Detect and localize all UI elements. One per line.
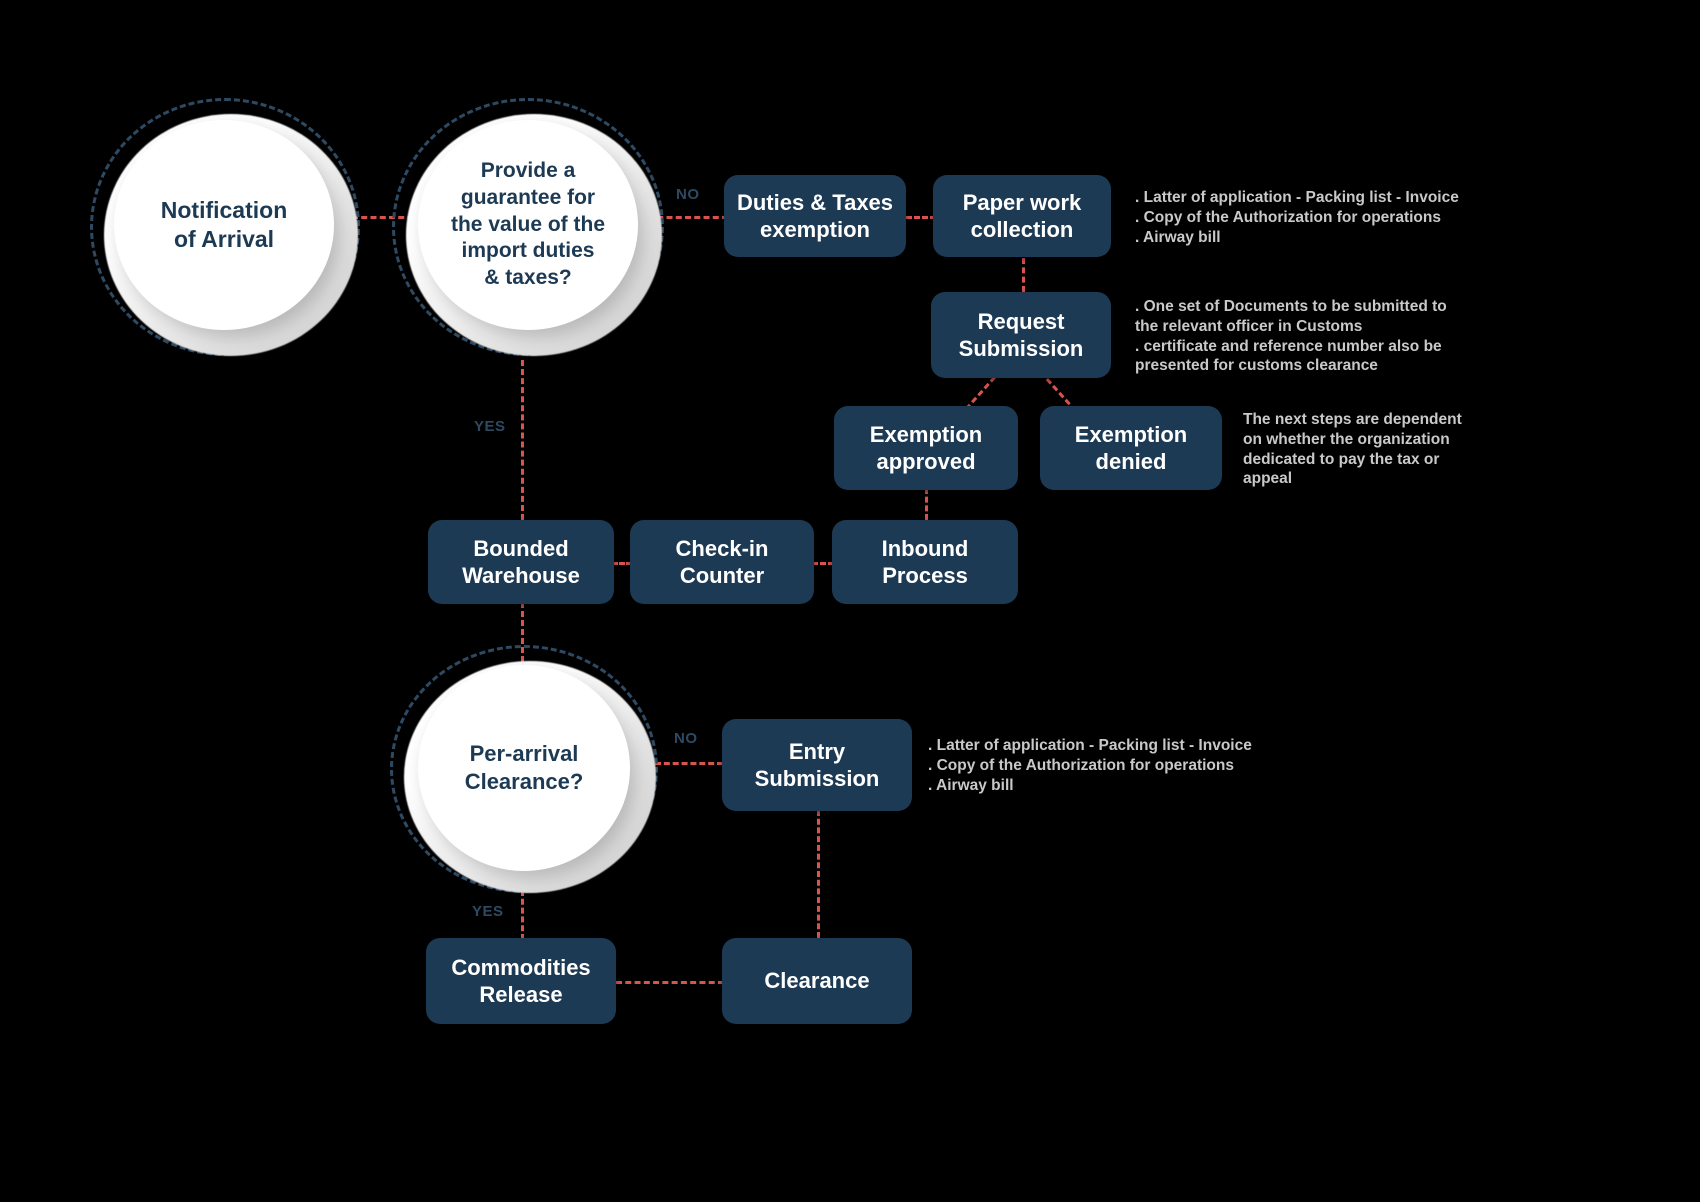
connector-inbound-to-checkin [812, 562, 834, 565]
connector-guarantee-yes-to-warehouse [521, 360, 524, 520]
node-exemption-denied[interactable]: Exemption denied [1040, 406, 1222, 490]
guarantee-no-text: NO [676, 186, 700, 203]
note-entry-submission-docs: . Latter of application - Packing list -… [928, 737, 1252, 794]
note-paper-work-docs: . Latter of application - Packing list -… [1135, 189, 1459, 246]
connector-clearance-yes-to-commodities [521, 890, 524, 940]
exemption-approved-label: Exemption approved [869, 421, 983, 475]
node-paper-work-collection[interactable]: Paper work collection [933, 175, 1111, 257]
node-exemption-approved[interactable]: Exemption approved [834, 406, 1018, 490]
check-in-counter-label: Check-in Counter [675, 535, 769, 589]
guarantee-face: Provide a guarantee for the value of the… [418, 120, 638, 330]
clearance-face: Per-arrival Clearance? [418, 665, 630, 871]
clearance-no-text: NO [674, 730, 698, 747]
note-request-submission-docs: . One set of Documents to be submitted t… [1135, 298, 1447, 375]
node-check-in-counter[interactable]: Check-in Counter [630, 520, 814, 604]
connector-duties-to-paperwork [906, 216, 936, 219]
clearance-label: Per-arrival Clearance? [464, 740, 584, 794]
branch-label-guarantee-yes: YES [474, 418, 506, 435]
commodities-release-label: Commodities Release [451, 954, 591, 1008]
inbound-process-label: Inbound Process [881, 535, 969, 589]
node-entry-submission[interactable]: Entry Submission [722, 719, 912, 811]
paper-work-collection-label: Paper work collection [962, 189, 1082, 243]
guarantee-yes-text: YES [474, 418, 506, 435]
connector-clearance-to-commodities [616, 981, 724, 984]
node-pre-arrival-clearance-decision[interactable]: Per-arrival Clearance? [390, 645, 658, 893]
node-duties-taxes-exemption[interactable]: Duties & Taxes exemption [724, 175, 906, 257]
connector-entry-to-clearance [817, 810, 820, 938]
branch-label-clearance-no: NO [674, 730, 698, 747]
notification-label: Notification of Arrival [160, 196, 288, 252]
connector-approved-to-inbound [925, 488, 928, 520]
note-exemption-outcome: The next steps are dependent on whether … [1243, 411, 1462, 488]
node-request-submission[interactable]: Request Submission [931, 292, 1111, 378]
request-submission-label: Request Submission [958, 308, 1084, 362]
bounded-warehouse-label: Bounded Warehouse [462, 535, 580, 589]
connector-clearance-no-to-entry [655, 762, 723, 765]
connector-checkin-to-warehouse [612, 562, 632, 565]
clearance-yes-text: YES [472, 903, 504, 920]
exemption-denied-label: Exemption denied [1074, 421, 1188, 475]
branch-label-guarantee-no: NO [676, 186, 700, 203]
guarantee-label: Provide a guarantee for the value of the… [450, 158, 606, 290]
node-commodities-release[interactable]: Commodities Release [426, 938, 616, 1024]
node-inbound-process[interactable]: Inbound Process [832, 520, 1018, 604]
node-bounded-warehouse[interactable]: Bounded Warehouse [428, 520, 614, 604]
entry-submission-label: Entry Submission [754, 738, 880, 792]
flowchart-canvas: Notification of Arrival Provide a guaran… [0, 0, 1700, 1202]
notification-face: Notification of Arrival [114, 120, 334, 330]
clearance-box-label: Clearance [764, 968, 870, 994]
connector-paperwork-to-request [1022, 258, 1025, 292]
node-guarantee-decision[interactable]: Provide a guarantee for the value of the… [392, 98, 664, 356]
duties-taxes-exemption-label: Duties & Taxes exemption [736, 189, 894, 243]
node-notification-of-arrival[interactable]: Notification of Arrival [90, 98, 360, 356]
node-clearance[interactable]: Clearance [722, 938, 912, 1024]
branch-label-clearance-yes: YES [472, 903, 504, 920]
